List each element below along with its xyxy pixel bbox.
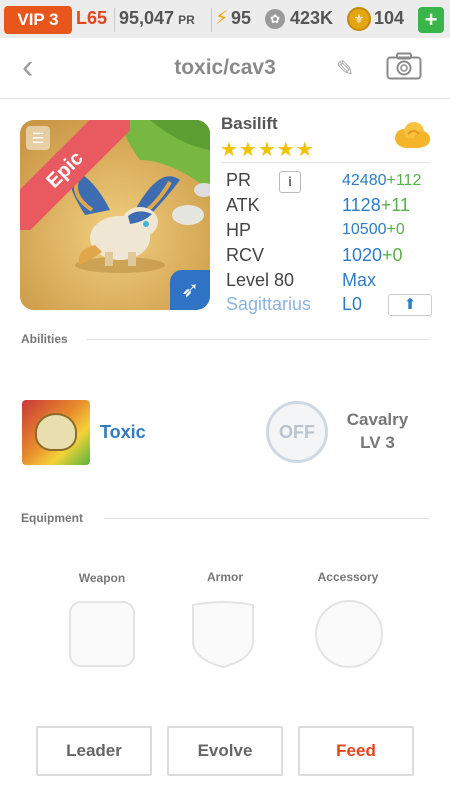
- player-level: L65: [76, 8, 108, 28]
- stat-rcv-number: 1020: [342, 245, 383, 265]
- player-pr-value: 95,047: [119, 8, 175, 28]
- sagittarius-icon: ➶: [170, 270, 210, 310]
- stat-atk-label: ATK: [226, 195, 260, 215]
- evolve-button[interactable]: Evolve: [167, 726, 283, 776]
- armor-slot[interactable]: [191, 601, 255, 669]
- back-button[interactable]: ‹: [22, 48, 33, 87]
- stat-pr-bonus: +112: [386, 172, 422, 189]
- stat-hp-bonus: +0: [386, 221, 405, 238]
- lightning-icon: ⚡: [215, 8, 229, 29]
- stat-pr-label: PR: [226, 170, 252, 190]
- food-count: 423K: [290, 8, 334, 28]
- gold-coin-icon: ⚜: [347, 7, 371, 31]
- arrow-up-icon: ⬆: [403, 296, 417, 313]
- stat-hp-value: 10500+0: [342, 221, 405, 239]
- stat-level-value: Max: [342, 270, 377, 290]
- stat-level-label: Level 80: [226, 270, 295, 290]
- divider: [104, 518, 430, 519]
- status-bar: VIP 3 L65 95,047 PR ⚡ 95 ✿ 423K ⚜ 104 +: [0, 0, 450, 38]
- section-title-abilities: Abilities: [21, 332, 68, 346]
- player-pr: 95,047 PR: [119, 8, 195, 29]
- stat-rcv-bonus: +0: [382, 245, 403, 265]
- header: ‹ toxic/cav3 ✎: [0, 38, 450, 99]
- stat-sign-value: L0: [342, 294, 363, 314]
- cavalry-title: Cavalry: [346, 410, 409, 429]
- divider: [114, 8, 115, 32]
- upgrade-sign-button[interactable]: ⬆: [388, 294, 432, 316]
- energy-count: 95: [231, 8, 252, 28]
- monster-portrait[interactable]: Epic ☰ ➶: [20, 120, 210, 310]
- stat-atk-bonus: +11: [380, 195, 410, 215]
- stat-sign-label: Sagittarius: [226, 294, 312, 314]
- gold-count: 104: [374, 8, 405, 28]
- monster-name: Basilift: [221, 114, 278, 133]
- stat-rcv-label: RCV: [226, 245, 265, 265]
- element-cloud-icon: [395, 122, 430, 148]
- info-button[interactable]: i: [279, 171, 301, 193]
- skull-icon: [35, 413, 77, 451]
- star-rating: ★★★★★: [220, 139, 315, 161]
- add-gold-button[interactable]: +: [418, 7, 444, 33]
- stat-rcv-value: 1020+0: [342, 245, 403, 266]
- armor-label: Armor: [206, 570, 243, 584]
- accessory-slot[interactable]: [315, 600, 383, 668]
- vip-badge[interactable]: VIP 3: [4, 6, 72, 34]
- stat-pr-number: 42480: [342, 172, 387, 189]
- off-label: OFF: [279, 421, 315, 442]
- page-title: toxic/cav3: [174, 56, 276, 79]
- divider: [211, 8, 212, 32]
- edit-icon[interactable]: ✎: [336, 56, 354, 82]
- stat-hp-number: 10500: [342, 221, 387, 238]
- section-title-equipment: Equipment: [21, 511, 83, 525]
- accessory-label: Accessory: [317, 570, 379, 584]
- divider: [86, 339, 430, 340]
- document-icon[interactable]: ☰: [26, 126, 50, 150]
- stat-atk-value: 1128+11: [342, 195, 410, 216]
- weapon-slot[interactable]: [69, 601, 135, 667]
- stat-atk-number: 1128: [342, 195, 381, 215]
- paw-icon: ✿: [265, 9, 285, 29]
- camera-icon[interactable]: [386, 52, 422, 80]
- divider: [221, 162, 430, 163]
- ability-name[interactable]: Toxic: [100, 422, 146, 443]
- player-pr-unit: PR: [178, 13, 195, 27]
- leader-button[interactable]: Leader: [36, 726, 152, 776]
- stat-pr-value: 42480+112: [342, 172, 421, 190]
- cavalry-toggle[interactable]: OFF: [266, 401, 328, 463]
- stat-hp-label: HP: [226, 220, 252, 240]
- weapon-label: Weapon: [78, 571, 126, 585]
- ability-toxic-image[interactable]: [22, 400, 90, 465]
- cavalry-level: LV 3: [360, 433, 395, 452]
- feed-button[interactable]: Feed: [298, 726, 414, 776]
